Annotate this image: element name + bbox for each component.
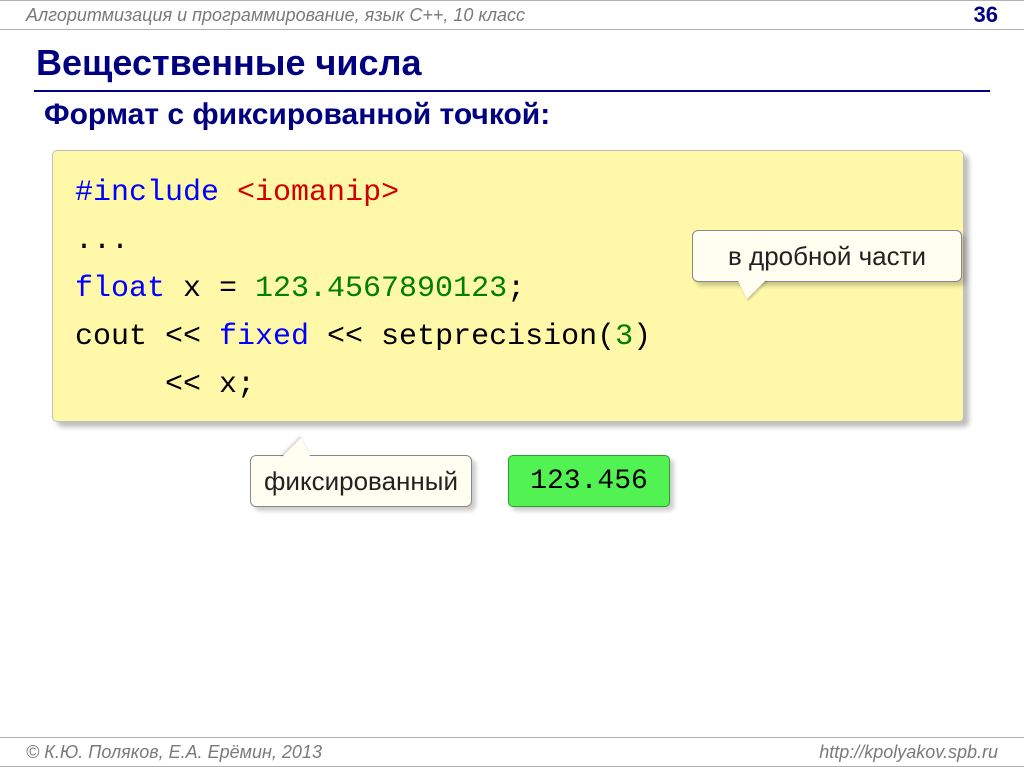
float-literal: 123.4567890123 bbox=[255, 272, 507, 306]
include-keyword: #include bbox=[75, 176, 219, 210]
code-line-1: #include <iomanip> bbox=[75, 169, 941, 217]
cout-post: ) bbox=[633, 320, 651, 354]
course-label: Алгоритмизация и программирование, язык … bbox=[26, 5, 525, 26]
slide-title: Вещественные числа bbox=[36, 42, 421, 84]
fraction-callout-text: в дробной части bbox=[728, 241, 926, 272]
footer-bar: © К.Ю. Поляков, Е.А. Ерёмин, 2013 http:/… bbox=[0, 737, 1024, 767]
fraction-callout: в дробной части bbox=[692, 230, 962, 282]
code-line-4: cout << fixed << setprecision(3) bbox=[75, 313, 941, 361]
footer-url: http://kpolyakov.spb.ru bbox=[819, 742, 998, 763]
cout-mid: << setprecision( bbox=[309, 320, 615, 354]
include-library: <iomanip> bbox=[237, 176, 399, 210]
semicolon: ; bbox=[507, 272, 525, 306]
page-number: 36 bbox=[974, 2, 998, 28]
fixed-callout: фиксированный bbox=[250, 455, 472, 507]
cout-pre: cout << bbox=[75, 320, 219, 354]
code-line-5: << x; bbox=[75, 361, 941, 409]
code-block: #include <iomanip> ... float x = 123.456… bbox=[52, 150, 964, 422]
copyright-text: © К.Ю. Поляков, Е.А. Ерёмин, 2013 bbox=[26, 742, 322, 763]
var-decl-text: x = bbox=[165, 272, 255, 306]
result-output: 123.456 bbox=[508, 455, 670, 507]
fixed-keyword: fixed bbox=[219, 320, 309, 354]
fixed-callout-text: фиксированный bbox=[264, 466, 458, 497]
precision-value: 3 bbox=[615, 320, 633, 354]
slide-subtitle: Формат с фиксированной точкой: bbox=[44, 98, 550, 132]
title-underline bbox=[34, 90, 990, 92]
result-value: 123.456 bbox=[530, 466, 648, 497]
float-keyword: float bbox=[75, 272, 165, 306]
top-bar: Алгоритмизация и программирование, язык … bbox=[0, 0, 1024, 30]
